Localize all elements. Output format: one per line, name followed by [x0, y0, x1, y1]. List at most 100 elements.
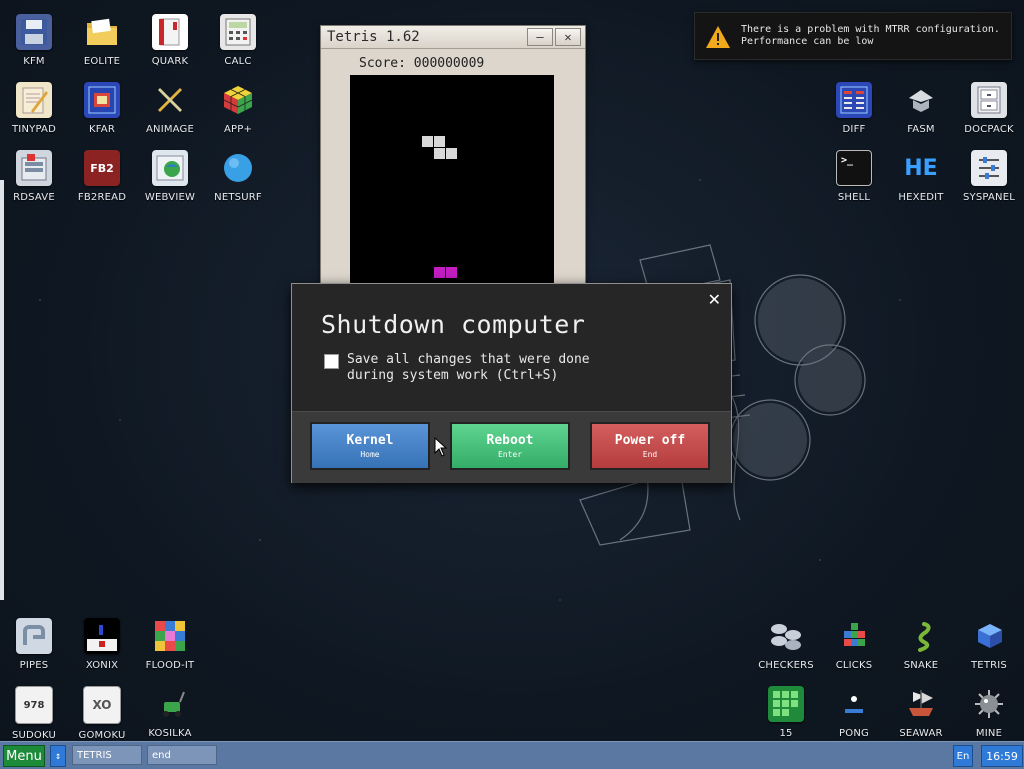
desktop-icon-flood-it[interactable]: FLOOD-IT [136, 610, 204, 674]
kernel-button[interactable]: Kernel Home [310, 422, 430, 470]
desktop-icon-checkers[interactable]: CHECKERS [752, 610, 820, 674]
shutdown-dialog[interactable]: Shutdown computer ✕ Save all changes tha… [291, 283, 732, 483]
score-label: Score: [359, 56, 406, 71]
icon-label: KFM [23, 56, 45, 67]
icon-label: FLOOD-IT [145, 660, 195, 671]
minimize-button[interactable]: — [527, 28, 553, 46]
clock[interactable]: 16:59 [981, 745, 1023, 767]
switch-arrows-icon[interactable]: ↕ [50, 745, 66, 767]
web-map-icon [152, 150, 188, 186]
icon-label: MINE [975, 728, 1003, 739]
icon-label: PONG [839, 728, 869, 739]
taskbar: Menu ↕ TETRIS end En 16:59 [0, 741, 1024, 769]
sliders-icon [971, 150, 1007, 186]
flood-it-grid-icon [152, 618, 188, 654]
icon-label: CALC [224, 56, 252, 67]
icon-label: KFAR [89, 124, 115, 135]
dialog-close-button[interactable]: ✕ [708, 290, 721, 309]
hex-editor-icon: HE [904, 155, 938, 181]
desktop-icon-sudoku[interactable]: 978 SUDOKU [0, 678, 68, 742]
save-changes-checkbox[interactable] [324, 354, 339, 369]
desktop-icon-app-plus[interactable]: APP+ [204, 74, 272, 138]
language-indicator[interactable]: En [953, 745, 973, 767]
menu-button[interactable]: Menu [3, 745, 45, 767]
falling-piece-block [422, 136, 433, 147]
desktop-icon-tetris[interactable]: TETRIS [955, 610, 1023, 674]
icon-label: APP+ [223, 124, 253, 135]
icon-label: RDSAVE [13, 192, 55, 203]
fasm-logo-icon [903, 82, 939, 118]
desktop-icon-hexedit[interactable]: HE HEXEDIT [887, 142, 955, 206]
icon-label: NETSURF [214, 192, 262, 203]
icon-label: HEXEDIT [898, 192, 944, 203]
desktop-icon-diff[interactable]: DIFF [820, 74, 888, 138]
taskbar-item-end[interactable]: end [147, 745, 217, 765]
desktop-icon-webview[interactable]: WEBVIEW [136, 142, 204, 206]
desktop-icon-pong[interactable]: PONG [820, 678, 888, 742]
stacked-block [446, 267, 457, 278]
desktop-icon-netsurf[interactable]: NETSURF [204, 142, 272, 206]
mtrr-warning-notification[interactable]: There is a problem with MTRR configurati… [694, 12, 1012, 60]
desktop-icon-fasm[interactable]: FASM [887, 74, 955, 138]
tetris-cubes-icon [971, 618, 1007, 654]
desktop-icon-tinypad[interactable]: TINYPAD [0, 74, 68, 138]
desktop-icon-xonix[interactable]: XONIX [68, 610, 136, 674]
desktop-icon-15[interactable]: 15 [752, 678, 820, 742]
tetris-game-board[interactable] [350, 75, 554, 287]
notification-line-1: There is a problem with MTRR configurati… [741, 24, 1000, 35]
archive-icon [84, 82, 120, 118]
close-button[interactable]: ✕ [555, 28, 581, 46]
fifteen-puzzle-icon [768, 686, 804, 722]
icon-label: TINYPAD [12, 124, 56, 135]
button-label: Reboot [486, 433, 534, 448]
taskbar-item-tetris[interactable]: TETRIS [72, 745, 142, 765]
score-value: 000000009 [413, 56, 485, 71]
desktop-icon-kfm[interactable]: KFM [0, 6, 68, 70]
desktop-icon-docpack[interactable]: DOCPACK [955, 74, 1023, 138]
xonix-icon [84, 618, 120, 654]
sailing-ship-icon [903, 686, 939, 722]
icon-label: SYSPANEL [962, 192, 1015, 203]
power-off-button[interactable]: Power off End [590, 422, 710, 470]
tetris-window[interactable]: Tetris 1.62 — ✕ Score: 000000009 [320, 25, 586, 287]
desktop-icon-clicks[interactable]: CLICKS [820, 610, 888, 674]
desktop-icon-kfar[interactable]: KFAR [68, 74, 136, 138]
icon-label: CHECKERS [758, 660, 814, 671]
reboot-button[interactable]: Reboot Enter [450, 422, 570, 470]
desktop-icon-calc[interactable]: CALC [204, 6, 272, 70]
desktop-icon-syspanel[interactable]: SYSPANEL [955, 142, 1023, 206]
button-label: Kernel [346, 433, 394, 448]
desktop-icon-shell[interactable]: >_ SHELL [820, 142, 888, 206]
icon-label: DOCPACK [964, 124, 1014, 135]
stacked-block [434, 267, 445, 278]
desktop-icon-pipes[interactable]: PIPES [0, 610, 68, 674]
folder-icon [84, 14, 120, 50]
desktop-icon-fb2read[interactable]: FB2 FB2READ [68, 142, 136, 206]
falling-piece-block [446, 148, 457, 159]
desktop-icon-rdsave[interactable]: RDSAVE [0, 142, 68, 206]
desktop-icon-kosilka[interactable]: KOSILKA [136, 678, 204, 742]
window-titlebar[interactable]: Tetris 1.62 — ✕ [321, 26, 585, 49]
falling-piece-block [434, 136, 445, 147]
desktop-icon-mine[interactable]: MINE [955, 678, 1023, 742]
save-changes-label[interactable]: Save all changes that were done during s… [347, 352, 590, 384]
icon-label: FASM [907, 124, 935, 135]
window-edge-left [0, 180, 4, 600]
tic-tac-toe-icon: XO [83, 686, 121, 724]
fb2-book-icon: FB2 [84, 150, 120, 186]
minimize-icon: — [536, 30, 544, 44]
desktop-icon-gomoku[interactable]: XO GOMOKU [68, 678, 136, 742]
button-label: Power off [614, 433, 686, 448]
desktop-icon-eolite[interactable]: EOLITE [68, 6, 136, 70]
score-display: Score: 000000009 [359, 56, 484, 71]
desktop-icon-seawar[interactable]: SEAWAR [887, 678, 955, 742]
icon-label: WEBVIEW [144, 192, 196, 203]
pong-icon [836, 686, 872, 722]
desktop-icon-snake[interactable]: SNAKE [887, 610, 955, 674]
desktop-icon-animage[interactable]: ANIMAGE [136, 74, 204, 138]
dialog-title: Shutdown computer [321, 310, 586, 339]
icon-label: KOSILKA [148, 728, 192, 739]
desktop-icon-quark[interactable]: QUARK [136, 6, 204, 70]
falling-piece-block [434, 148, 445, 159]
calculator-icon [220, 14, 256, 50]
